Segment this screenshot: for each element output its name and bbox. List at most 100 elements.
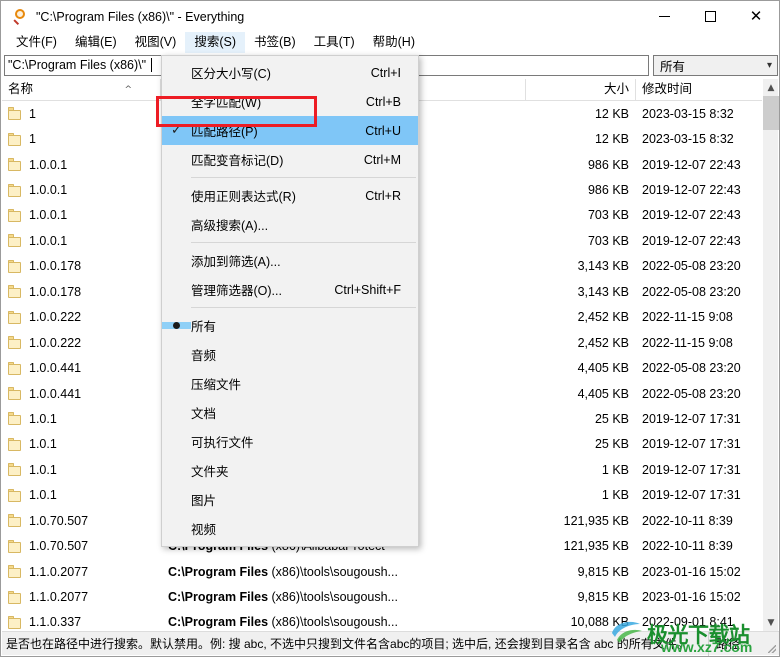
cell-date: 2019-12-07 17:31 [642,488,741,503]
folder-icon [8,183,22,197]
search-menu-popup[interactable]: 区分大小写(C) Ctrl+I 全字匹配(W) Ctrl+B ✓ 匹配路径(P) Ctrl+… [161,55,419,547]
menubar-item-4[interactable]: 书签(B) [245,32,305,53]
menubar-item-2[interactable]: 视图(V) [126,32,186,53]
menubar-item-6[interactable]: 帮助(H) [364,32,424,53]
resize-grip[interactable] [763,632,779,656]
menu-bar: 文件(F) 编辑(E) 视图(V) 搜索(S) 书签(B) 工具(T) 帮助(H) [1,32,779,53]
folder-icon [8,615,22,629]
cell-size: 25 KB [594,411,629,426]
table-row[interactable]: 1.1.0.2077 C:\Program Files (x86)\tools\s… [2,584,764,609]
cell-size: 12 KB [594,132,629,147]
cell-date: 2023-03-15 8:32 [642,132,734,147]
cell-name-label: 1.0.1 [29,437,57,452]
menu-item-label: 高级搜索(A)... [191,219,269,233]
column-header-date[interactable]: 修改时间 [636,79,764,101]
radio-selected-icon [162,322,191,329]
cell-name: 1.0.0.222 [2,336,161,350]
cell-size: 703 KB [587,208,629,223]
menu-item[interactable]: 文档 [162,398,418,427]
menu-item[interactable]: 高级搜索(A)... [162,210,418,239]
maximize-icon [704,11,716,22]
menubar-item-1[interactable]: 编辑(E) [66,32,126,53]
search-input-value: "C:\Program Files (x86)\" [8,58,147,72]
menu-item-label: 视频 [191,523,217,537]
folder-icon [8,463,22,477]
cell-path: C:\Program Files (x86)\tools\sougoush... [161,590,526,604]
table-row[interactable]: 1.1.0.337 C:\Program Files (x86)\tools\so… [2,610,764,631]
menu-item[interactable]: 所有 [162,311,418,340]
menu-item[interactable]: 视频 [162,514,418,543]
folder-icon [8,361,22,375]
cell-path-rest: (x86)\tools\sougoush... [268,564,398,579]
scroll-down-icon[interactable]: ▼ [763,614,779,631]
scrollbar-thumb[interactable] [763,96,779,130]
sort-ascending-icon: ^ [124,84,132,95]
maximize-button[interactable] [687,1,733,32]
close-button[interactable]: ✕ [733,1,779,32]
cell-date: 2019-12-07 17:31 [642,411,741,426]
folder-icon [8,514,22,528]
cell-date: 2023-01-16 15:02 [642,564,741,579]
scroll-up-icon[interactable]: ▲ [763,79,779,96]
cell-size: 4,405 KB [577,386,629,401]
cell-name: 1.0.0.1 [2,183,161,197]
menu-separator [191,307,416,308]
menu-item-accelerator: Ctrl+U [365,123,401,138]
menu-item[interactable]: 区分大小写(C) Ctrl+I [162,58,418,87]
cell-date: 2022-05-08 23:20 [642,361,741,376]
cell-date: 2022-10-11 8:39 [642,539,733,554]
close-icon: ✕ [749,7,763,25]
menu-item[interactable]: 使用正则表达式(R) Ctrl+R [162,181,418,210]
cell-size: 12 KB [594,106,629,121]
menu-item[interactable]: 添加到筛选(A)... [162,246,418,275]
cell-name: 1.0.0.1 [2,208,161,222]
menu-item[interactable]: 图片 [162,485,418,514]
cell-date: 2023-03-15 8:32 [642,106,734,121]
folder-icon [8,107,22,121]
cell-size: 121,935 KB [563,513,629,528]
cell-name: 1.0.1 [2,412,161,426]
cell-date: 2022-09-01 8:41 [642,615,734,630]
menu-item[interactable]: 可执行文件 [162,427,418,456]
menu-item-accelerator: Ctrl+M [363,152,401,167]
cell-name: 1.0.0.178 [2,285,161,299]
cell-name: 1.0.0.178 [2,259,161,273]
cell-name-label: 1.0.70.507 [29,539,89,554]
menubar-item-3[interactable]: 搜索(S) [185,32,245,53]
menu-item-label: 全字匹配(W) [191,96,262,110]
folder-icon [8,336,22,350]
menu-item[interactable]: ✓ 匹配路径(P) Ctrl+U [162,116,418,145]
cell-name: 1.0.0.441 [2,361,161,375]
menu-item[interactable]: 匹配变音标记(D) Ctrl+M [162,145,418,174]
menu-item-label: 匹配路径(P) [191,125,258,139]
cell-name-label: 1.1.0.2077 [29,564,89,579]
filter-dropdown[interactable]: 所有 ▾ [653,54,778,76]
column-header-name[interactable]: 名称 ^ [2,78,161,101]
menu-item[interactable]: 管理筛选器(O)... Ctrl+Shift+F [162,275,418,304]
menubar-item-0[interactable]: 文件(F) [7,32,66,53]
cell-date: 2019-12-07 22:43 [642,233,741,248]
cell-path-rest: (x86)\tools\sougoush... [268,615,398,630]
cell-name-label: 1.0.0.178 [29,284,82,299]
menu-item[interactable]: 压缩文件 [162,369,418,398]
column-header-size[interactable]: 大小 [526,78,636,101]
menu-item-label: 压缩文件 [191,378,242,392]
cell-name-label: 1.0.70.507 [29,513,89,528]
window-title: "C:\Program Files (x86)\" - Everything [36,9,245,24]
menu-item[interactable]: 全字匹配(W) Ctrl+B [162,87,418,116]
cell-size: 986 KB [587,157,629,172]
minimize-button[interactable] [641,1,687,32]
menu-item[interactable]: 文件夹 [162,456,418,485]
cell-name-label: 1 [29,132,36,147]
menu-item-label: 音频 [191,349,217,363]
menubar-item-5[interactable]: 工具(T) [305,32,364,53]
cell-name: 1.1.0.2077 [2,565,161,579]
folder-icon [8,437,22,451]
menu-item[interactable]: 音频 [162,340,418,369]
vertical-scrollbar[interactable]: ▲ ▼ [762,79,779,631]
cell-name: 1.0.0.1 [2,234,161,248]
menu-item-accelerator: Ctrl+R [365,188,401,203]
table-row[interactable]: 1.1.0.2077 C:\Program Files (x86)\tools\s… [2,559,764,584]
cell-date: 2019-12-07 22:43 [642,208,741,223]
menu-item-accelerator: Ctrl+Shift+F [334,282,401,297]
